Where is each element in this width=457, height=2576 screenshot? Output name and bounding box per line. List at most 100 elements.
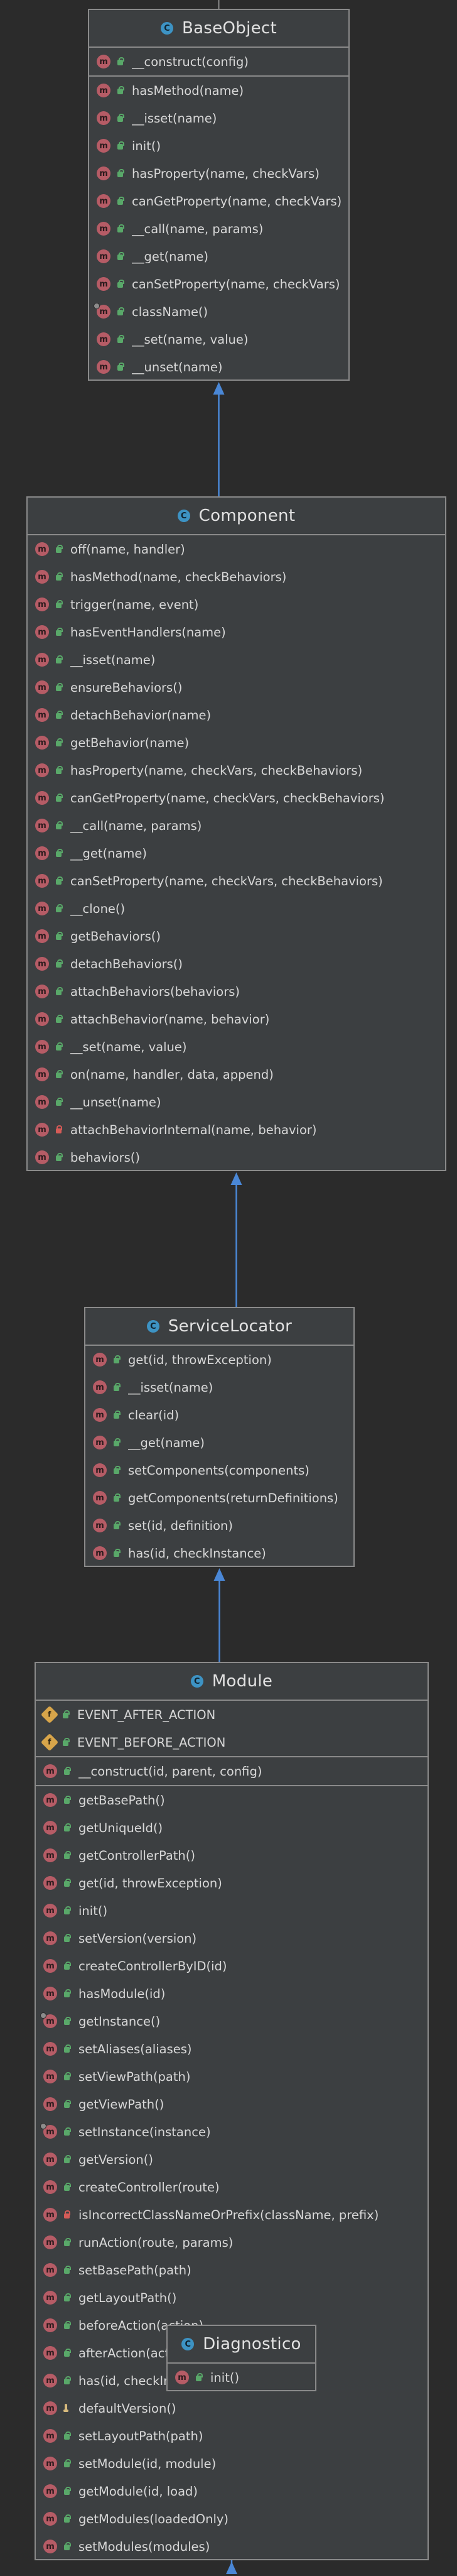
method-row[interactable]: m createControllerByID(id) bbox=[36, 1952, 427, 1980]
member-label: get(id, throwException) bbox=[128, 1352, 272, 1367]
method-row[interactable]: m setVersion(version) bbox=[36, 1924, 427, 1952]
uml-class-diagram: C BaseObject m __construct(config) m hasMetho… bbox=[0, 0, 457, 2576]
method-row[interactable]: m __call(name, params) bbox=[89, 215, 348, 243]
method-row[interactable]: m hasProperty(name, checkVars) bbox=[89, 160, 348, 187]
method-row[interactable]: m className() bbox=[89, 298, 348, 325]
method-row[interactable]: m isIncorrectClassNameOrPrefix(className,… bbox=[36, 2201, 427, 2229]
method-icon: m bbox=[43, 2429, 57, 2443]
method-icon: m bbox=[93, 1491, 107, 1505]
method-row[interactable]: m createController(route) bbox=[36, 2173, 427, 2201]
method-row[interactable]: m init() bbox=[89, 132, 348, 160]
method-row[interactable]: m has(id, checkInstance) bbox=[85, 1539, 353, 1567]
method-row[interactable]: m __clone() bbox=[28, 895, 445, 922]
method-row[interactable]: m attachBehaviorInternal(name, behavior) bbox=[28, 1116, 445, 1143]
method-row[interactable]: m setModule(id, module) bbox=[36, 2450, 427, 2477]
method-icon: m bbox=[43, 2180, 57, 2194]
method-row[interactable]: m __get(name) bbox=[28, 839, 445, 867]
method-row[interactable]: m getLayoutPath() bbox=[36, 2284, 427, 2311]
method-row[interactable]: m canSetProperty(name, checkVars, checkBe… bbox=[28, 867, 445, 895]
method-row[interactable]: m getInstance() bbox=[36, 2007, 427, 2035]
method-row[interactable]: m getComponents(returnDefinitions) bbox=[85, 1484, 353, 1512]
member-label: setAliases(aliases) bbox=[78, 2041, 192, 2056]
method-row[interactable]: m getModule(id, load) bbox=[36, 2477, 427, 2505]
field-row[interactable]: f EVENT_AFTER_ACTION bbox=[36, 1701, 427, 1728]
method-row[interactable]: m __construct(id, parent, config) bbox=[36, 1757, 427, 1785]
method-row[interactable]: m canGetProperty(name, checkVars) bbox=[89, 187, 348, 215]
method-row[interactable]: m clear(id) bbox=[85, 1401, 353, 1429]
unlocked-icon bbox=[55, 987, 63, 996]
method-row[interactable]: m init() bbox=[168, 2364, 315, 2391]
method-row[interactable]: m detachBehaviors() bbox=[28, 950, 445, 978]
method-row[interactable]: m off(name, handler) bbox=[28, 535, 445, 563]
method-row[interactable]: m defaultVersion() bbox=[36, 2394, 427, 2422]
method-row[interactable]: m __set(name, value) bbox=[28, 1033, 445, 1061]
method-row[interactable]: m setBasePath(path) bbox=[36, 2256, 427, 2284]
method-row[interactable]: m getBasePath() bbox=[36, 1786, 427, 1814]
method-row[interactable]: m getUniqueId() bbox=[36, 1814, 427, 1842]
method-row[interactable]: m __isset(name) bbox=[85, 1373, 353, 1401]
method-row[interactable]: m runAction(route, params) bbox=[36, 2229, 427, 2256]
method-row[interactable]: m get(id, throwException) bbox=[36, 1869, 427, 1897]
method-row[interactable]: m getBehaviors() bbox=[28, 922, 445, 950]
method-row[interactable]: m behaviors() bbox=[28, 1143, 445, 1171]
method-row[interactable]: m detachBehavior(name) bbox=[28, 701, 445, 729]
method-row[interactable]: m getControllerPath() bbox=[36, 1842, 427, 1869]
method-row[interactable]: m trigger(name, event) bbox=[28, 591, 445, 618]
class-box-diagnostico[interactable]: C Diagnostico m init() bbox=[166, 2325, 316, 2391]
unlocked-icon bbox=[63, 2238, 71, 2247]
method-row[interactable]: m getBehavior(name) bbox=[28, 729, 445, 756]
member-label: init() bbox=[132, 138, 161, 153]
method-row[interactable]: m hasEventHandlers(name) bbox=[28, 618, 445, 646]
method-row[interactable]: m hasMethod(name, checkBehaviors) bbox=[28, 563, 445, 591]
method-icon: m bbox=[43, 2457, 57, 2470]
method-row[interactable]: m setInstance(instance) bbox=[36, 2118, 427, 2146]
method-row[interactable]: m hasModule(id) bbox=[36, 1980, 427, 2007]
member-label: trigger(name, event) bbox=[70, 597, 199, 612]
class-box-baseobject[interactable]: C BaseObject m __construct(config) m hasMetho… bbox=[88, 9, 350, 381]
method-row[interactable]: m __unset(name) bbox=[28, 1088, 445, 1116]
method-row[interactable]: m attachBehaviors(behaviors) bbox=[28, 978, 445, 1005]
unlocked-icon bbox=[113, 1521, 121, 1530]
field-row[interactable]: f EVENT_BEFORE_ACTION bbox=[36, 1728, 427, 1756]
icon-letter: m bbox=[38, 599, 46, 609]
method-row[interactable]: m canGetProperty(name, checkVars, checkBe… bbox=[28, 784, 445, 812]
method-row[interactable]: m on(name, handler, data, append) bbox=[28, 1061, 445, 1088]
method-row[interactable]: m __construct(config) bbox=[89, 48, 348, 75]
unlocked-icon bbox=[117, 335, 124, 344]
method-row[interactable]: m set(id, definition) bbox=[85, 1512, 353, 1539]
method-row[interactable]: m attachBehavior(name, behavior) bbox=[28, 1005, 445, 1033]
visibility-indicator bbox=[61, 1851, 72, 1860]
class-box-servicelocator[interactable]: C ServiceLocator m get(id, throwException) m… bbox=[84, 1307, 355, 1567]
method-row[interactable]: m __call(name, params) bbox=[28, 812, 445, 839]
class-box-component[interactable]: C Component m off(name, handler) m hasMethod(… bbox=[26, 496, 446, 1171]
method-row[interactable]: m get(id, throwException) bbox=[85, 1346, 353, 1373]
method-row[interactable]: m canSetProperty(name, checkVars) bbox=[89, 270, 348, 298]
class-box-module[interactable]: C Module f EVENT_AFTER_ACTION f EVENT_BEFORE_… bbox=[35, 1662, 429, 2560]
unlocked-icon bbox=[63, 1962, 71, 1970]
icon-letter: m bbox=[38, 627, 46, 637]
method-row[interactable]: m getVersion() bbox=[36, 2146, 427, 2173]
method-row[interactable]: m __isset(name) bbox=[28, 646, 445, 674]
method-row[interactable]: m hasMethod(name) bbox=[89, 77, 348, 104]
unlocked-icon bbox=[63, 1989, 71, 1998]
icon-letter: m bbox=[38, 848, 46, 858]
method-row[interactable]: m __set(name, value) bbox=[89, 325, 348, 353]
method-row[interactable]: m setModules(modules) bbox=[36, 2533, 427, 2560]
method-row[interactable]: m __unset(name) bbox=[89, 353, 348, 381]
method-row[interactable]: m init() bbox=[36, 1897, 427, 1924]
method-row[interactable]: m getViewPath() bbox=[36, 2090, 427, 2118]
visibility-indicator bbox=[53, 738, 64, 747]
method-row[interactable]: m setLayoutPath(path) bbox=[36, 2422, 427, 2450]
method-row[interactable]: m ensureBehaviors() bbox=[28, 674, 445, 701]
method-row[interactable]: m getModules(loadedOnly) bbox=[36, 2505, 427, 2533]
method-row[interactable]: m setComponents(components) bbox=[85, 1456, 353, 1484]
method-row[interactable]: m setViewPath(path) bbox=[36, 2063, 427, 2090]
icon-letter: m bbox=[46, 1906, 55, 1916]
unlocked-icon bbox=[113, 1383, 121, 1392]
method-row[interactable]: m setAliases(aliases) bbox=[36, 2035, 427, 2063]
method-row[interactable]: m __get(name) bbox=[89, 243, 348, 270]
method-row[interactable]: m __get(name) bbox=[85, 1429, 353, 1456]
method-row[interactable]: m __isset(name) bbox=[89, 104, 348, 132]
visibility-indicator bbox=[61, 2266, 72, 2274]
method-row[interactable]: m hasProperty(name, checkVars, checkBehav… bbox=[28, 756, 445, 784]
